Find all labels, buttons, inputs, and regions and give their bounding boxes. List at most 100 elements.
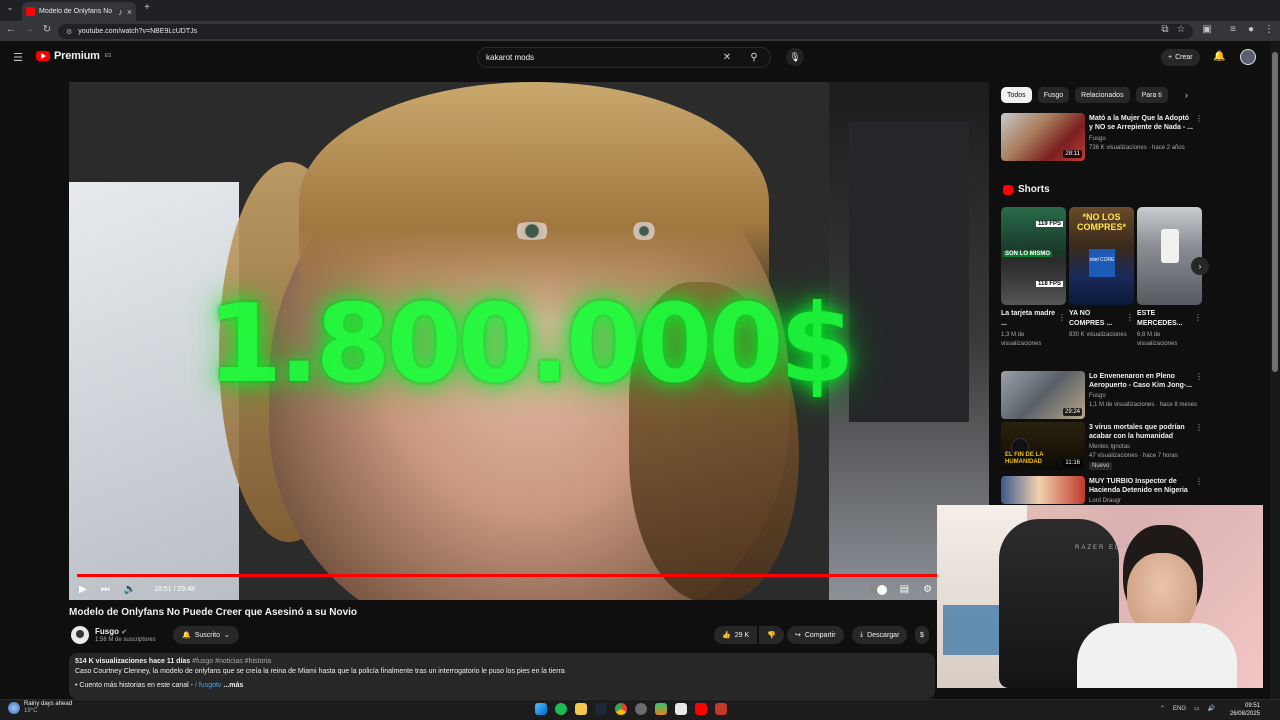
rec-channel[interactable]: Lord Draugr xyxy=(1089,498,1121,504)
system-clock[interactable]: 09:51 26/08/2025 xyxy=(1226,702,1260,718)
account-avatar[interactable] xyxy=(1240,49,1256,65)
youtube-logo[interactable]: Premium ES xyxy=(36,50,111,62)
network-icon[interactable]: ▭ xyxy=(1194,705,1200,712)
chips-next-icon[interactable]: › xyxy=(1185,90,1188,100)
short-title[interactable]: La tarjeta madre ... xyxy=(1001,309,1057,329)
channel-link[interactable]: / fusgotv xyxy=(195,682,221,689)
microphone-icon[interactable]: 🎙 xyxy=(786,48,804,66)
speaker-icon[interactable]: 🔊 xyxy=(1208,705,1215,712)
more-options-icon[interactable]: ⋮ xyxy=(1195,477,1203,486)
chatgpt-icon[interactable] xyxy=(635,703,647,715)
site-info-icon[interactable]: ⚙ xyxy=(66,28,72,36)
subscribed-button[interactable]: 🔔 Suscrito ⌄ xyxy=(173,626,239,644)
video-player[interactable]: 1.800.000$ ▶ ⏭ 🔈 28:51 / 29:48 ▤ ⚙ ▭ ▢ xyxy=(69,82,989,600)
browser-tab[interactable]: Modelo de Onlyfans No Pu ♪ × xyxy=(22,2,136,21)
more-options-icon[interactable]: ⋮ xyxy=(1126,313,1134,322)
tray-chevron-icon[interactable]: ⌃ xyxy=(1160,705,1165,712)
short-item[interactable]: *NO LOS COMPRES* intel CORE YA NO COMPRE… xyxy=(1069,207,1134,340)
back-icon[interactable]: ← xyxy=(4,24,18,35)
video-thumbnail[interactable]: EL FIN DE LA HUMANIDAD 11:16 xyxy=(1001,422,1085,470)
open-in-app-icon[interactable]: ⧉ xyxy=(1158,24,1172,35)
like-button[interactable]: 👍 29 K xyxy=(714,626,758,644)
store-icon[interactable] xyxy=(675,703,687,715)
recommended-video[interactable]: 28:11 Mató a la Mujer Que la Adoptó y NO… xyxy=(1001,113,1203,161)
create-button[interactable]: + Crear xyxy=(1161,49,1200,66)
windows-start-icon[interactable] xyxy=(535,703,547,715)
youtube-app-icon[interactable] xyxy=(695,703,707,715)
clear-search-icon[interactable]: ✕ xyxy=(716,52,738,63)
chip-todos[interactable]: Todos xyxy=(1001,87,1032,103)
recorder-icon[interactable] xyxy=(715,703,727,715)
more-options-icon[interactable]: ⋮ xyxy=(1058,313,1066,322)
notifications-bell-icon[interactable]: 🔔 xyxy=(1213,51,1225,62)
language-indicator[interactable]: ENG xyxy=(1173,706,1186,712)
app-icon[interactable] xyxy=(655,703,667,715)
chip-para-ti[interactable]: Para ti xyxy=(1135,87,1168,103)
hamburger-menu-icon[interactable]: ☰ xyxy=(11,51,25,64)
short-item[interactable]: ESTE MERCEDES... 6,8 M de visualizacione… xyxy=(1137,207,1202,349)
short-thumbnail[interactable]: *NO LOS COMPRES* intel CORE xyxy=(1069,207,1134,305)
scrollbar-thumb[interactable] xyxy=(1272,52,1278,372)
rec-channel[interactable]: Fusgo xyxy=(1089,393,1106,399)
new-tab-icon[interactable]: + xyxy=(140,2,154,13)
short-title[interactable]: ESTE MERCEDES... xyxy=(1137,309,1193,329)
short-title[interactable]: YA NO COMPRES ... xyxy=(1069,309,1125,329)
tab-list-icon[interactable]: ⌄ xyxy=(3,3,17,12)
chip-fusgo[interactable]: Fusgo xyxy=(1037,87,1070,103)
channel-avatar[interactable] xyxy=(71,626,89,644)
rec-title[interactable]: Lo Envenenaron en Pleno Aeropuerto - Cas… xyxy=(1089,372,1193,390)
chrome-icon[interactable] xyxy=(615,703,627,715)
profile-icon[interactable]: ● xyxy=(1244,24,1258,35)
share-button[interactable]: ↪ Compartir xyxy=(787,626,844,644)
recommended-video[interactable]: 29:24 Lo Envenenaron en Pleno Aeropuerto… xyxy=(1001,371,1203,419)
bookmark-star-icon[interactable]: ☆ xyxy=(1174,24,1188,35)
search-box[interactable]: kakarot mods ✕ ⚲ xyxy=(477,47,771,68)
hashtags[interactable]: #fusgo #noticias #historia xyxy=(192,658,271,665)
more-options-icon[interactable]: ⋮ xyxy=(1194,313,1202,322)
omnibox[interactable]: ⚙ youtube.com/watch?v=NBE9LcUDTJs xyxy=(58,24,1193,39)
rec-channel[interactable]: Fusgo xyxy=(1089,136,1106,142)
video-thumbnail[interactable]: 29:24 xyxy=(1001,371,1085,419)
autoplay-toggle[interactable] xyxy=(869,584,887,595)
show-more-link[interactable]: ...más xyxy=(223,682,243,689)
settings-gear-icon[interactable]: ⚙ xyxy=(923,584,932,595)
rec-channel[interactable]: Mentes Ignotas xyxy=(1089,444,1130,450)
media-control-icon[interactable]: ≡ xyxy=(1226,24,1240,35)
dislike-button[interactable]: 👎 xyxy=(759,626,784,644)
channel-name[interactable]: Fusgo ✔ xyxy=(95,627,127,636)
close-tab-icon[interactable]: × xyxy=(127,7,132,17)
weather-widget[interactable]: Rainy days ahead 19°C xyxy=(8,701,72,715)
short-item[interactable]: 119 FPS SON LO MISMO 118 FPS La tarjeta … xyxy=(1001,207,1066,349)
subtitles-icon[interactable]: ▤ xyxy=(900,584,909,595)
short-thumbnail[interactable] xyxy=(1137,207,1202,305)
video-thumbnail[interactable]: 28:11 xyxy=(1001,113,1085,161)
more-options-icon[interactable]: ⋮ xyxy=(1195,372,1203,381)
extensions-icon[interactable]: ▣ xyxy=(1200,24,1214,35)
play-icon[interactable]: ▶ xyxy=(79,584,87,595)
rec-title[interactable]: 3 virus mortales que podrían acabar con … xyxy=(1089,423,1193,441)
recommended-video[interactable]: EL FIN DE LA HUMANIDAD 11:16 3 virus mor… xyxy=(1001,422,1203,470)
search-icon[interactable]: ⚲ xyxy=(738,48,770,67)
video-progress-bar[interactable] xyxy=(77,574,981,577)
page-scrollbar[interactable] xyxy=(1270,42,1280,699)
video-thumbnail[interactable] xyxy=(1001,476,1085,504)
browser-menu-icon[interactable]: ⋮ xyxy=(1262,24,1276,35)
more-options-icon[interactable]: ⋮ xyxy=(1195,423,1203,432)
steam-icon[interactable] xyxy=(595,703,607,715)
volume-icon[interactable]: 🔈 xyxy=(124,584,136,595)
description-box[interactable]: 514 K visualizaciones hace 11 días #fusg… xyxy=(69,653,935,699)
next-icon[interactable]: ⏭ xyxy=(101,584,110,595)
rec-title[interactable]: Mató a la Mujer Que la Adoptó y NO se Ar… xyxy=(1089,114,1193,132)
more-options-icon[interactable]: ⋮ xyxy=(1195,114,1203,123)
spotify-icon[interactable] xyxy=(555,703,567,715)
file-explorer-icon[interactable] xyxy=(575,703,587,715)
reload-icon[interactable]: ↻ xyxy=(40,24,54,35)
rec-title[interactable]: MUY TURBIO Inspector de Hacienda Detenid… xyxy=(1089,477,1193,495)
download-button[interactable]: ⤓ Descargar xyxy=(852,626,908,644)
forward-icon[interactable]: → xyxy=(22,24,36,35)
thanks-button[interactable]: $ xyxy=(915,626,929,644)
search-input[interactable]: kakarot mods xyxy=(486,53,716,62)
audio-icon[interactable]: ♪ xyxy=(118,7,123,17)
chip-relacionados[interactable]: Relacionados xyxy=(1075,87,1130,103)
short-thumbnail[interactable]: 119 FPS SON LO MISMO 118 FPS xyxy=(1001,207,1066,305)
